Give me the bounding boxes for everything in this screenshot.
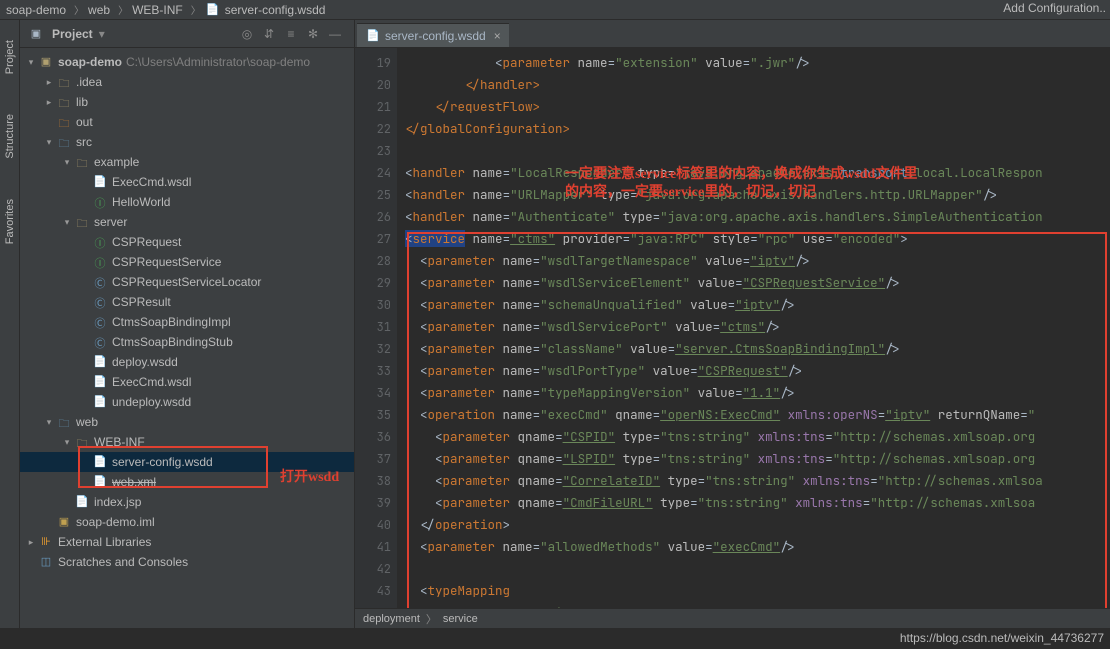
panel-title: Project	[52, 27, 93, 41]
tree-file[interactable]: ⒾCSPRequestService	[20, 252, 354, 272]
tab-project[interactable]: Project	[4, 40, 16, 74]
project-panel-header: ▣ Project ▾ ◎ ⇵ ≡ ✻ —	[20, 20, 354, 48]
code-content[interactable]: <parameter name="extension" value=".jwr"…	[397, 48, 1110, 608]
tree-file[interactable]: ⒾCSPRequest	[20, 232, 354, 252]
expand-icon[interactable]: ⇵	[260, 25, 278, 43]
crumb[interactable]: web	[88, 3, 110, 17]
tree-file[interactable]: ⒾHelloWorld	[20, 192, 354, 212]
annotation-text-code: 一定要注意service标签里的内容，换成你生成wsdd文件里的内容，一定要se…	[565, 166, 917, 202]
crumb[interactable]: deployment	[363, 613, 420, 625]
watermark: https://blog.csdn.net/weixin_44736277	[900, 631, 1104, 645]
tree-file[interactable]: 📄ExecCmd.wsdl	[20, 372, 354, 392]
tree-folder[interactable]: ▸🗀.idea	[20, 72, 354, 92]
gutter: 1920212223242526272829303132333435363738…	[355, 48, 397, 608]
tree-file[interactable]: ⒸCSPRequestServiceLocator	[20, 272, 354, 292]
tree-folder[interactable]: 🗀out	[20, 112, 354, 132]
tree-file[interactable]: ⒸCSPResult	[20, 292, 354, 312]
tree-folder[interactable]: ▾🗀server	[20, 212, 354, 232]
editor-tab[interactable]: 📄 server-config.wsdd ×	[357, 23, 509, 47]
editor-area: 📄 server-config.wsdd × 19202122232425262…	[355, 20, 1110, 628]
project-icon: ▣	[28, 27, 44, 41]
tab-label: server-config.wsdd	[385, 29, 486, 43]
chevron-right-icon: 〉	[74, 2, 84, 17]
tree-folder[interactable]: ▾🗀example	[20, 152, 354, 172]
collapse-icon[interactable]: ≡	[282, 25, 300, 43]
annotation-text: 打开wsdd	[280, 466, 339, 486]
tree-external-libs[interactable]: ▸⊪External Libraries	[20, 532, 354, 552]
chevron-down-icon[interactable]: ▾	[99, 27, 105, 41]
editor-body[interactable]: 1920212223242526272829303132333435363738…	[355, 48, 1110, 608]
crumb[interactable]: service	[443, 613, 478, 625]
tree-file[interactable]: 📄index.jsp	[20, 492, 354, 512]
tab-structure[interactable]: Structure	[4, 114, 16, 159]
tree-folder[interactable]: ▾🗀WEB-INF	[20, 432, 354, 452]
tree-file[interactable]: ⒸCtmsSoapBindingStub	[20, 332, 354, 352]
crumb[interactable]: soap-demo	[6, 3, 66, 17]
tree-file[interactable]: 📄ExecCmd.wsdl	[20, 172, 354, 192]
tree-folder[interactable]: ▸🗀lib	[20, 92, 354, 112]
tool-window-tabs: Project Structure Favorites	[0, 20, 20, 628]
navigation-breadcrumb: soap-demo 〉 web 〉 WEB-INF 〉 📄 server-config.…	[0, 0, 1110, 20]
file-icon: 📄	[365, 29, 381, 43]
crumb[interactable]: server-config.wsdd	[225, 3, 326, 17]
project-tree[interactable]: ▾▣soap-demoC:\Users\Administrator\soap-d…	[20, 48, 354, 628]
file-icon: 📄	[205, 3, 221, 17]
tree-file[interactable]: 📄deploy.wsdd	[20, 352, 354, 372]
status-crumb: deployment 〉 service	[355, 608, 1110, 628]
add-configuration-button[interactable]: Add Configuration..	[1003, 1, 1106, 15]
chevron-right-icon: 〉	[118, 2, 128, 17]
chevron-right-icon: 〉	[191, 2, 201, 17]
tree-folder[interactable]: ▾🗀src	[20, 132, 354, 152]
tree-root[interactable]: ▾▣soap-demoC:\Users\Administrator\soap-d…	[20, 52, 354, 72]
close-icon[interactable]: ×	[494, 29, 501, 43]
tree-folder[interactable]: ▾🗀web	[20, 412, 354, 432]
project-panel: ▣ Project ▾ ◎ ⇵ ≡ ✻ — ▾▣soap-demoC:\User…	[20, 20, 355, 628]
target-icon[interactable]: ◎	[238, 25, 256, 43]
tree-scratches[interactable]: ◫Scratches and Consoles	[20, 552, 354, 572]
editor-tabs: 📄 server-config.wsdd ×	[355, 20, 1110, 48]
tree-file[interactable]: ⒸCtmsSoapBindingImpl	[20, 312, 354, 332]
tree-file[interactable]: 📄undeploy.wsdd	[20, 392, 354, 412]
chevron-right-icon: 〉	[426, 611, 437, 627]
tree-file[interactable]: ▣soap-demo.iml	[20, 512, 354, 532]
crumb[interactable]: WEB-INF	[132, 3, 183, 17]
tab-favorites[interactable]: Favorites	[4, 199, 16, 244]
gear-icon[interactable]: ✻	[304, 25, 322, 43]
hide-icon[interactable]: —	[326, 25, 344, 43]
